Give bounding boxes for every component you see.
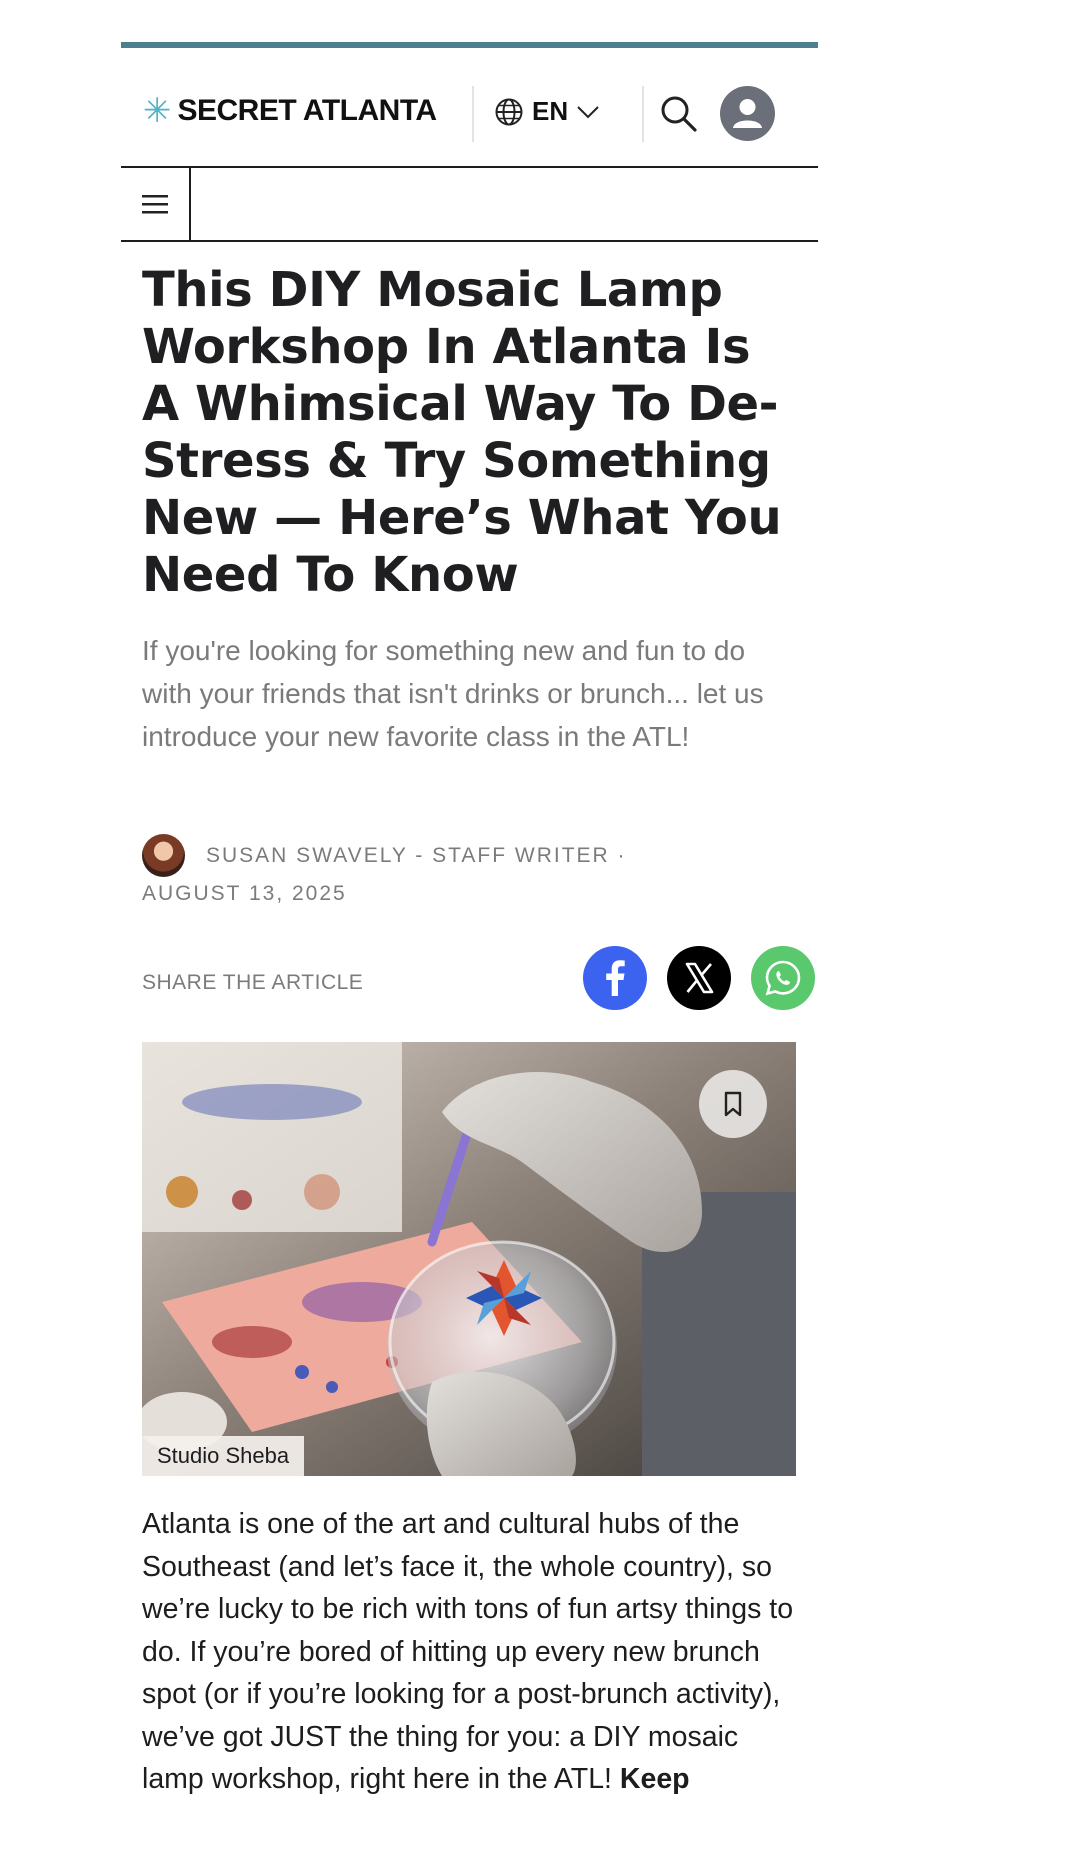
author-avatar[interactable] <box>142 834 185 877</box>
site-logo[interactable]: ✳ SECRET ATLANTA <box>143 94 437 128</box>
search-button[interactable] <box>659 94 699 134</box>
whatsapp-share-button[interactable] <box>751 946 815 1010</box>
x-share-button[interactable] <box>667 946 731 1010</box>
image-credit: Studio Sheba <box>142 1436 305 1476</box>
body-bold-text: Keep <box>619 1763 690 1795</box>
account-button[interactable] <box>720 86 775 141</box>
site-header: ✳ SECRET ATLANTA EN <box>121 48 818 168</box>
header-divider <box>642 86 644 142</box>
hamburger-menu-icon <box>142 195 168 214</box>
search-icon <box>661 96 697 132</box>
language-selector[interactable]: EN <box>494 96 600 127</box>
x-icon <box>685 962 714 994</box>
header-divider <box>472 86 474 142</box>
bookmark-button[interactable] <box>699 1070 767 1138</box>
whatsapp-icon <box>765 960 801 996</box>
language-code: EN <box>532 96 569 126</box>
share-bar: SHARE THE ARTICLE <box>142 946 815 1016</box>
menu-button[interactable] <box>121 168 191 240</box>
chevron-down-icon <box>577 105 599 118</box>
article-body-paragraph: Atlanta is one of the art and cultural h… <box>142 1503 802 1801</box>
bookmark-icon <box>724 1091 742 1117</box>
share-label: SHARE THE ARTICLE <box>142 971 364 994</box>
author-name[interactable]: SUSAN SWAVELY - STAFF WRITER · <box>206 844 627 868</box>
globe-icon <box>495 98 523 125</box>
user-icon <box>733 99 762 128</box>
article-hero-image: Studio Sheba <box>142 1042 796 1476</box>
mosaic-lamp-photo <box>142 1042 796 1476</box>
publish-date: AUGUST 13, 2025 <box>142 882 347 905</box>
page: ✳ SECRET ATLANTA EN This DIY Mosaic Lamp… <box>121 0 818 1855</box>
nav-bar <box>121 168 818 242</box>
asterisk-icon: ✳ <box>143 91 172 131</box>
article-headline: This DIY Mosaic Lamp Workshop In Atlanta… <box>142 262 782 603</box>
facebook-share-button[interactable] <box>583 946 647 1010</box>
facebook-icon <box>606 960 625 996</box>
logo-text: SECRET ATLANTA <box>177 94 438 127</box>
article-dek: If you're looking for something new and … <box>142 635 764 752</box>
body-text: Atlanta is one of the art and cultural h… <box>142 1508 794 1795</box>
